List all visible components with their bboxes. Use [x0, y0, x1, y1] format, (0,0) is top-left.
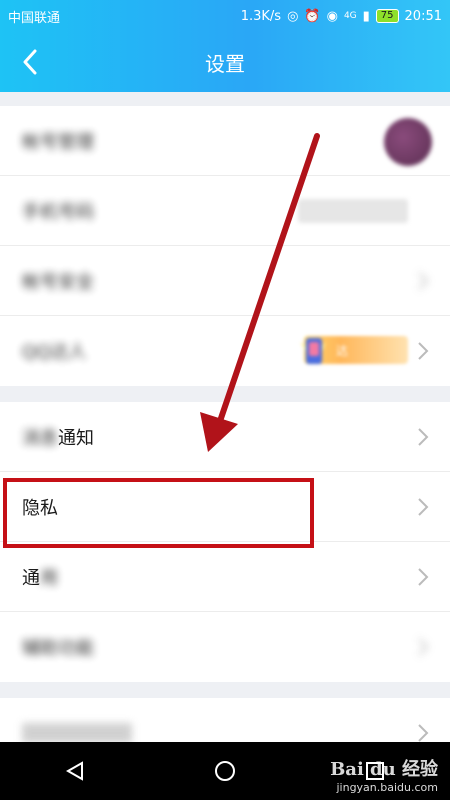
row-label-hidden: 用 [40, 567, 58, 589]
row-label-visible: 通知 [58, 427, 94, 449]
nav-home-icon [215, 761, 235, 781]
row-label: 帐号安全 [22, 271, 94, 293]
chevron-right-icon [418, 724, 429, 742]
chevron-right-icon [418, 498, 429, 516]
section-gap [0, 682, 450, 698]
nav-back-button[interactable] [58, 754, 92, 788]
row-label: 手机号码 [22, 201, 94, 223]
wifi-icon: ◎ [287, 8, 299, 24]
battery-icon: 75 [375, 9, 399, 23]
badge-icon [300, 338, 326, 364]
row-label: 辅助功能 [22, 638, 94, 659]
expert-badge: 达 [300, 336, 408, 364]
top-bar: 中国联通 1.3K/s ◎ ⏰ ◉ 4G ▮ 75 20:51 设置 [0, 0, 450, 92]
badge-text: 达 [336, 343, 349, 358]
row-label [22, 723, 132, 743]
row-label: 通用 [22, 564, 58, 590]
avatar [384, 118, 432, 166]
system-nav-bar: Bai du 经验 jingyan.baidu.com [0, 742, 450, 800]
watermark-brand: Bai du 经验 [330, 759, 438, 780]
settings-row-accessibility[interactable]: 辅助功能 [0, 612, 450, 682]
chevron-right-icon [418, 638, 429, 656]
row-label: 消息通知 [22, 424, 94, 450]
chevron-right-icon [418, 272, 429, 290]
settings-row-qq-expert[interactable]: QQ达人 达 [0, 316, 450, 386]
section-gap [0, 92, 450, 106]
settings-group-account: 帐号管理 手机号码 帐号安全 QQ达人 达 [0, 106, 450, 386]
row-label-visible: 通 [22, 567, 40, 589]
watermark: Bai du 经验 jingyan.baidu.com [330, 755, 438, 794]
settings-row-account[interactable]: 帐号管理 [0, 106, 450, 176]
row-label-hidden: 消息 [22, 427, 58, 449]
chevron-right-icon [418, 342, 429, 360]
nav-home-button[interactable] [208, 754, 242, 788]
settings-row-notifications[interactable]: 消息通知 [0, 402, 450, 472]
settings-row-phone[interactable]: 手机号码 [0, 176, 450, 246]
chevron-right-icon [418, 428, 429, 446]
row-label: QQ达人 [22, 342, 87, 363]
page-title: 设置 [205, 51, 245, 76]
network-type: 4G [343, 11, 357, 21]
clock: 20:51 [404, 8, 442, 24]
eye-icon: ◉ [326, 8, 338, 24]
section-gap [0, 386, 450, 402]
back-button[interactable] [16, 48, 44, 76]
chevron-right-icon [418, 568, 429, 586]
nav-back-icon [65, 761, 83, 781]
settings-row-general[interactable]: 通用 [0, 542, 450, 612]
alarm-icon: ⏰ [304, 8, 321, 24]
network-speed: 1.3K/s [240, 8, 282, 24]
carrier-label: 中国联通 [8, 10, 61, 26]
settings-content: 帐号管理 手机号码 帐号安全 QQ达人 达 消息通知 隐私 通用 辅助功能 [0, 92, 450, 768]
nav-bar: 设置 [0, 32, 450, 92]
settings-row-security[interactable]: 帐号安全 [0, 246, 450, 316]
status-icons: 1.3K/s ◎ ⏰ ◉ 4G ▮ 75 20:51 [241, 9, 442, 24]
phone-value [298, 199, 408, 223]
highlight-box [3, 478, 314, 548]
row-label: 帐号管理 [22, 131, 94, 153]
signal-icon: ▮ [362, 8, 370, 24]
watermark-url: jingyan.baidu.com [336, 781, 438, 794]
back-icon [23, 49, 37, 75]
status-bar: 中国联通 1.3K/s ◎ ⏰ ◉ 4G ▮ 75 20:51 [0, 0, 450, 32]
